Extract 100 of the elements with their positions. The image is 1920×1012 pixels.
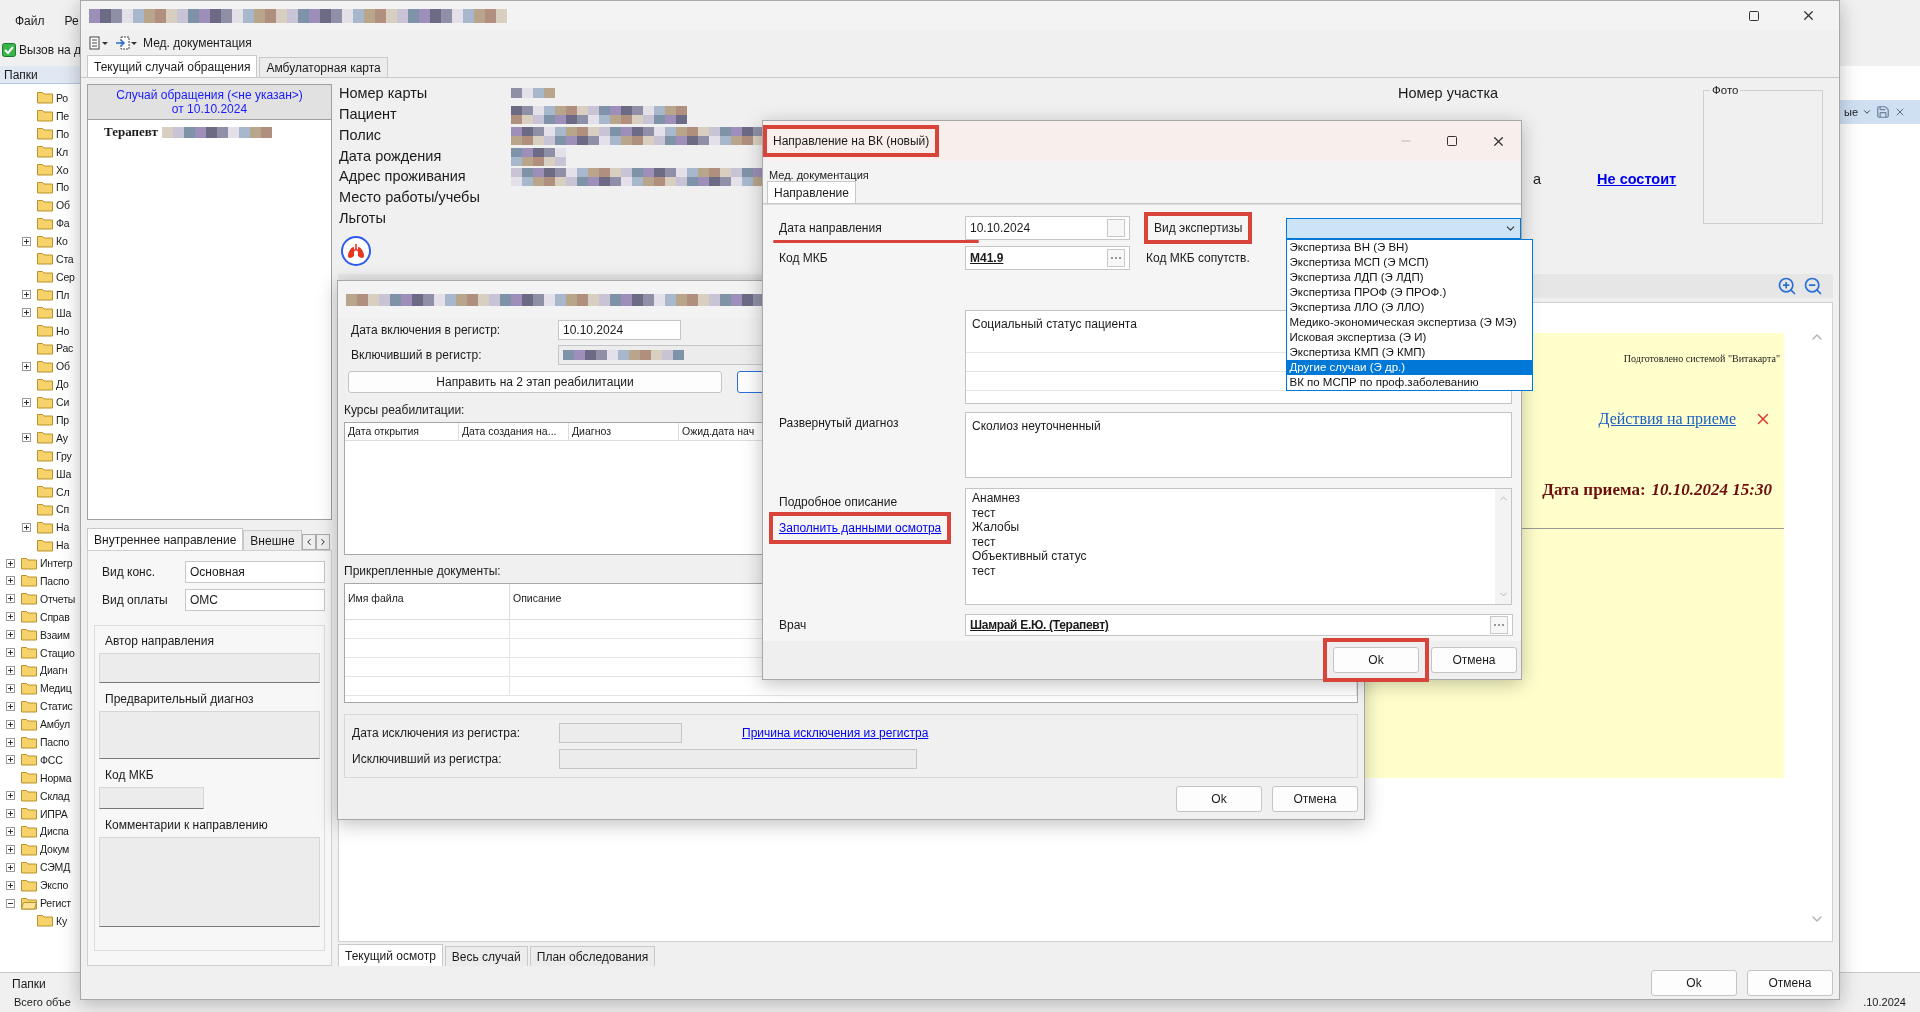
dropdown-option[interactable]: Экспертиза МСП (Э МСП) (1287, 254, 1533, 270)
expand-toggle-icon[interactable] (22, 236, 31, 246)
tab[interactable]: Внешне (243, 530, 302, 551)
tab[interactable]: Весь случай (444, 946, 528, 967)
icd-code-field[interactable] (99, 787, 204, 810)
tree-item[interactable]: Терапевт (104, 124, 158, 141)
tree-item[interactable]: Пе (56, 109, 69, 122)
tree-item[interactable]: Ро (56, 91, 68, 104)
author-field[interactable] (99, 653, 320, 684)
dropdown-option[interactable]: Экспертиза ЛДП (Э ЛДП) (1287, 269, 1533, 285)
tree-item[interactable]: Медиц (40, 682, 72, 695)
tree-item[interactable]: Об (56, 360, 70, 373)
tree-item[interactable]: Ау (56, 431, 68, 444)
diagnosis-field[interactable] (99, 711, 320, 760)
dropdown-option[interactable]: Экспертиза КМП (Э КМП) (1287, 344, 1533, 360)
excluded-by-field[interactable] (559, 749, 917, 770)
browse-button[interactable] (1107, 249, 1125, 267)
tree-item[interactable]: Сл (56, 485, 70, 498)
tab[interactable]: Текущий случай обращения (87, 55, 258, 78)
zoom-in-icon[interactable] (1777, 276, 1797, 297)
expand-toggle-icon[interactable] (6, 558, 15, 568)
cancel-button[interactable]: Отмена (1272, 785, 1358, 812)
dropdown-option[interactable]: Другие случаи (Э др.) (1287, 359, 1533, 375)
tree-item[interactable]: Ку (56, 914, 67, 927)
date-field[interactable] (559, 723, 682, 744)
tree-item[interactable]: Ста (56, 252, 74, 265)
expand-toggle-icon[interactable] (6, 648, 15, 658)
tree-item[interactable]: Рас (56, 342, 74, 355)
tab[interactable]: План обследования (529, 946, 656, 967)
tree-item[interactable]: Справ (40, 610, 70, 623)
expand-toggle-icon[interactable] (6, 862, 15, 872)
tree-item[interactable]: Отчеты (40, 592, 76, 605)
expand-toggle-icon[interactable] (6, 755, 15, 765)
save-icon[interactable] (1876, 105, 1891, 119)
tree-item[interactable]: Ко (56, 235, 68, 248)
expand-toggle-icon[interactable] (22, 361, 31, 371)
expand-toggle-icon[interactable] (6, 737, 15, 747)
zoom-out-icon[interactable] (1803, 276, 1823, 297)
expand-toggle-icon[interactable] (6, 701, 15, 711)
comments-field[interactable] (99, 837, 320, 928)
tree-item[interactable]: Кл (56, 145, 68, 158)
date-field[interactable]: 10.10.2024 (558, 320, 681, 341)
expand-toggle-icon[interactable] (6, 844, 15, 854)
expand-toggle-icon[interactable] (6, 665, 15, 675)
ok-button[interactable]: Ok (1651, 969, 1737, 996)
tree-item[interactable]: Сер (56, 270, 75, 283)
tree-item[interactable]: Фа (56, 217, 70, 230)
tree-item[interactable]: По (56, 181, 69, 194)
tab[interactable]: Амбулаторная карта (259, 57, 388, 78)
tree-item[interactable]: На (56, 521, 70, 534)
membership-link[interactable]: Не состоит (1597, 171, 1677, 188)
dropdown-option[interactable]: Экспертиза ЛЛО (Э ЛЛО) (1287, 299, 1533, 315)
tree-item[interactable]: Пр (56, 413, 69, 426)
tree-item[interactable]: Ша (56, 306, 72, 319)
exclusion-reason-link[interactable]: Причина исключения из регистра (742, 726, 929, 741)
panel-tab[interactable]: Папки (12, 976, 46, 991)
collapse-toggle-icon[interactable] (6, 898, 15, 908)
tree-item[interactable]: Хо (56, 163, 69, 176)
ok-button[interactable]: Ok (1333, 647, 1419, 673)
menu-item[interactable]: Ре (64, 14, 79, 28)
document-icon[interactable] (89, 35, 109, 50)
expand-toggle-icon[interactable] (6, 576, 15, 586)
tree-item[interactable]: Паспо (40, 575, 70, 587)
tree-item[interactable]: Стацио (40, 646, 75, 659)
tree-item[interactable]: Диагн (40, 664, 68, 677)
tree-item[interactable]: Гру (56, 449, 72, 462)
tree-item[interactable]: Докум (40, 843, 70, 856)
toolbar-button[interactable]: Мед. документация (143, 35, 252, 50)
tree-item[interactable]: Статис (40, 700, 73, 713)
tree-item[interactable]: Ша (56, 467, 72, 480)
expand-toggle-icon[interactable] (6, 809, 15, 819)
cancel-button[interactable]: Отмена (1431, 647, 1517, 673)
expand-toggle-icon[interactable] (6, 594, 15, 604)
import-icon[interactable] (115, 35, 137, 50)
tree-item[interactable]: Норма (40, 771, 72, 784)
tree-item[interactable]: До (56, 378, 69, 391)
tree-item[interactable]: Амбул (40, 718, 71, 731)
tree-item[interactable]: По (56, 127, 69, 140)
tree-item[interactable]: СЭМД (40, 861, 71, 874)
tab[interactable]: Текущий осмотр (338, 944, 443, 967)
maximize-icon[interactable] (1748, 9, 1760, 22)
cancel-button[interactable]: Отмена (1747, 969, 1833, 996)
select-field[interactable]: Основная (185, 561, 325, 584)
ok-button[interactable]: Ok (1176, 785, 1262, 812)
tree-item[interactable]: Регист (40, 897, 71, 909)
diagnosis-field[interactable]: Сколиоз неуточненный (965, 412, 1512, 478)
dropdown-option[interactable]: Исковая экспертиза (Э И) (1287, 329, 1533, 345)
doctor-field[interactable]: Шамрай Е.Ю. (Терапевт) (965, 614, 1513, 636)
dropdown-caret-icon[interactable] (1862, 107, 1873, 117)
actions-link[interactable]: Действия на приеме (1598, 410, 1736, 429)
dropdown-option[interactable]: Экспертиза ПРОФ (Э ПРОФ.) (1287, 284, 1533, 300)
menu-item[interactable]: Файл (15, 14, 45, 28)
tree-item[interactable]: Интегр (40, 557, 73, 570)
tree-item[interactable]: Но (56, 324, 70, 337)
tree-item[interactable]: Экспо (40, 879, 69, 892)
tree-item[interactable]: ИПРА (40, 807, 68, 820)
lungs-button[interactable] (341, 236, 371, 267)
dropdown-option[interactable]: Медико-экономическая экспертиза (Э МЭ) (1287, 314, 1533, 330)
tree-item[interactable]: Диспа (40, 825, 69, 838)
expand-toggle-icon[interactable] (6, 791, 15, 801)
